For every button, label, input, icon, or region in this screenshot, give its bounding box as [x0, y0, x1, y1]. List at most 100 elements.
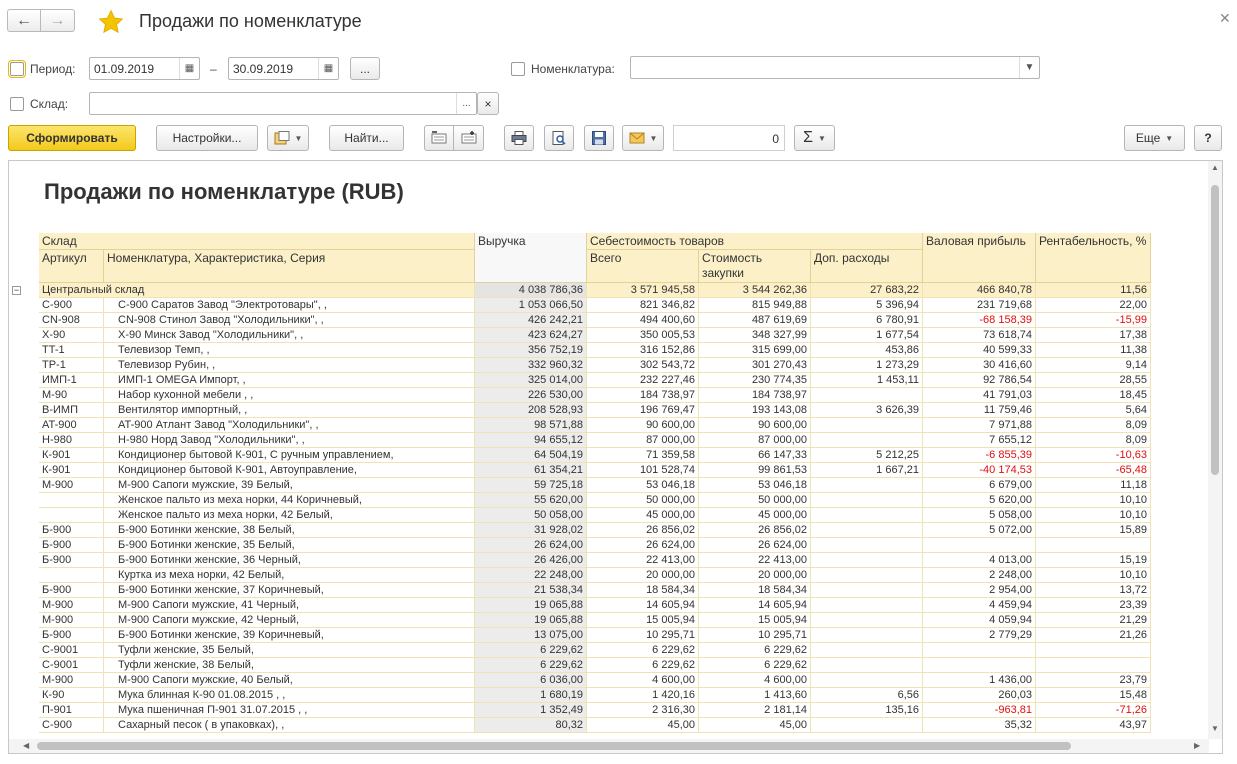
warehouse-checkbox[interactable]: [10, 97, 24, 111]
row-extra-costs: 135,16: [811, 703, 923, 718]
print-button[interactable]: [504, 125, 534, 151]
vertical-scrollbar[interactable]: ▲ ▼: [1208, 161, 1222, 739]
row-gross-profit: -963,81: [923, 703, 1036, 718]
favorite-star-icon[interactable]: [98, 9, 124, 35]
row-nomenclature: X-90 Минск Завод "Холодильники", ,: [104, 328, 475, 343]
table-row[interactable]: Б-900 Б-900 Ботинки женские, 35 Белый, 26 …: [9, 538, 1209, 553]
horizontal-scroll-thumb[interactable]: [37, 742, 1071, 750]
scroll-up-icon[interactable]: ▲: [1211, 163, 1219, 172]
chevron-down-icon[interactable]: ▼: [1019, 57, 1039, 78]
row-gross-profit: -68 158,39: [923, 313, 1036, 328]
table-row[interactable]: H-980 Н-980 Норд Завод "Холодильники", ,9…: [9, 433, 1209, 448]
row-nomenclature: Женское пальто из меха норки, 42 Белый,: [104, 508, 475, 523]
table-row[interactable]: CN-908 CN-908 Стинол Завод "Холодильники"…: [9, 313, 1209, 328]
nomenclature-checkbox[interactable]: [511, 62, 525, 76]
header-profitability: Рентабельность, %: [1036, 233, 1151, 283]
scroll-left-icon[interactable]: ◀: [23, 741, 29, 750]
report-area[interactable]: Продажи по номенклатуре (RUB) Склад Арти…: [8, 160, 1223, 754]
row-article: С-900: [39, 718, 104, 733]
table-row[interactable]: С-900 Сахарный песок ( в упаковках), , 80,…: [9, 718, 1209, 733]
period-select-button[interactable]: ...: [350, 57, 380, 80]
table-row[interactable]: M-90 Набор кухонной мебели , , 226 530,00 1…: [9, 388, 1209, 403]
find-button[interactable]: Найти...: [329, 125, 404, 151]
row-nomenclature: Б-900 Ботинки женские, 37 Коричневый,: [104, 583, 475, 598]
table-row[interactable]: К-90 Мука блинная К-90 01.08.2015 , ,1 68…: [9, 688, 1209, 703]
table-row[interactable]: Б-900 Б-900 Ботинки женские, 37 Коричневы…: [9, 583, 1209, 598]
row-extra-costs: [811, 628, 923, 643]
variant-button[interactable]: ▼: [267, 125, 309, 151]
table-row[interactable]: Куртка из меха норки, 42 Белый, 22 248,00…: [9, 568, 1209, 583]
table-row[interactable]: П-901 Мука пшеничная П-901 31.07.2015 , ,…: [9, 703, 1209, 718]
date-to-value: 30.09.2019: [233, 62, 294, 76]
horizontal-scrollbar[interactable]: ◀ ▶: [9, 739, 1209, 753]
close-icon[interactable]: ✕: [1219, 10, 1231, 27]
row-article: M-900: [39, 613, 104, 628]
table-row[interactable]: Женское пальто из меха норки, 44 Коричне…: [9, 493, 1209, 508]
row-revenue: 19 065,88: [475, 613, 587, 628]
date-to-field[interactable]: 30.09.2019 ▦: [228, 57, 339, 80]
group-row[interactable]: − Центральный склад 4 038 786,36 3 571 9…: [9, 283, 1209, 298]
help-button[interactable]: ?: [1194, 125, 1222, 151]
collapse-groups-button[interactable]: [424, 125, 454, 151]
arrow-right-icon: →: [49, 11, 66, 29]
table-row[interactable]: X-90 X-90 Минск Завод "Холодильники", , 42…: [9, 328, 1209, 343]
warehouse-field[interactable]: ...: [89, 92, 477, 115]
scroll-right-icon[interactable]: ▶: [1194, 741, 1200, 750]
warehouse-clear-button[interactable]: ×: [477, 92, 499, 115]
chevron-down-icon: ▼: [817, 133, 826, 143]
row-purchase-cost: 15 005,94: [699, 613, 811, 628]
table-row[interactable]: ИМП-1 ИМП-1 OMEGA Импорт, , 325 014,00 232 …: [9, 373, 1209, 388]
table-row[interactable]: TP-1 Телевизор Рубин, , 332 960,32 302 543,…: [9, 358, 1209, 373]
table-row[interactable]: К-901 Кондиционер бытовой К-901, С ручным…: [9, 448, 1209, 463]
table-row[interactable]: В-ИМП Вентилятор импортный, , 208 528,93 19…: [9, 403, 1209, 418]
row-purchase-cost: 4 600,00: [699, 673, 811, 688]
row-gross-profit: 11 759,46: [923, 403, 1036, 418]
table-row[interactable]: AT-900 AT-900 Атлант Завод "Холодильники"…: [9, 418, 1209, 433]
table-row[interactable]: M-900 М-900 Сапоги мужские, 39 Белый, 59 7…: [9, 478, 1209, 493]
row-article: [39, 493, 104, 508]
collapse-group-icon[interactable]: −: [12, 286, 21, 295]
date-from-field[interactable]: 01.09.2019 ▦: [89, 57, 200, 80]
row-nomenclature: Вентилятор импортный, ,: [104, 403, 475, 418]
table-row[interactable]: С-900 С-900 Саратов Завод "Электротовары"…: [9, 298, 1209, 313]
back-button[interactable]: ←: [7, 9, 41, 32]
more-button[interactable]: Еще ▼: [1124, 125, 1185, 151]
sum-button[interactable]: Σ ▼: [794, 125, 835, 151]
warehouse-select-button[interactable]: ...: [456, 93, 476, 114]
period-checkbox[interactable]: [8, 60, 26, 78]
calendar-icon[interactable]: ▦: [179, 58, 199, 79]
table-row[interactable]: Женское пальто из меха норки, 42 Белый, 5…: [9, 508, 1209, 523]
table-row[interactable]: Б-900 Б-900 Ботинки женские, 36 Черный, 26…: [9, 553, 1209, 568]
table-row[interactable]: Б-900 Б-900 Ботинки женские, 39 Коричневы…: [9, 628, 1209, 643]
send-email-button[interactable]: ▼: [622, 125, 664, 151]
row-purchase-cost: 26 856,02: [699, 523, 811, 538]
calendar-icon[interactable]: ▦: [318, 58, 338, 79]
table-row[interactable]: TT-1 Телевизор Темп, , 356 752,19 316 152,8…: [9, 343, 1209, 358]
row-profitability: -10,63: [1036, 448, 1151, 463]
settings-button[interactable]: Настройки...: [156, 125, 258, 151]
table-row[interactable]: Б-900 Б-900 Ботинки женские, 38 Белый, 31 …: [9, 523, 1209, 538]
row-nomenclature: Б-900 Ботинки женские, 38 Белый,: [104, 523, 475, 538]
table-row[interactable]: M-900 М-900 Сапоги мужские, 42 Черный, 19 …: [9, 613, 1209, 628]
row-article: AT-900: [39, 418, 104, 433]
row-article: X-90: [39, 328, 104, 343]
forward-button[interactable]: →: [41, 9, 75, 32]
preview-button[interactable]: [544, 125, 574, 151]
table-row[interactable]: M-900 М-900 Сапоги мужские, 40 Белый, 6 03…: [9, 673, 1209, 688]
row-article: К-901: [39, 463, 104, 478]
row-purchase-cost: 14 605,94: [699, 598, 811, 613]
row-nomenclature: Туфли женские, 38 Белый,: [104, 658, 475, 673]
table-row[interactable]: M-900 М-900 Сапоги мужские, 41 Черный, 19 …: [9, 598, 1209, 613]
nomenclature-label: Номенклатура:: [531, 62, 615, 76]
generate-button[interactable]: Сформировать: [8, 125, 136, 151]
table-row[interactable]: С-9001 Туфли женские, 38 Белый, 6 229,62 6 …: [9, 658, 1209, 673]
scroll-down-icon[interactable]: ▼: [1211, 724, 1219, 733]
table-row[interactable]: К-901 Кондиционер бытовой К-901, Автоупра…: [9, 463, 1209, 478]
expand-groups-button[interactable]: [453, 125, 484, 151]
table-row[interactable]: С-9001 Туфли женские, 35 Белый, 6 229,62 6 …: [9, 643, 1209, 658]
vertical-scroll-thumb[interactable]: [1211, 185, 1219, 475]
chevron-down-icon: ▼: [294, 133, 303, 143]
nomenclature-field[interactable]: ▼: [630, 56, 1040, 79]
selected-sum-field[interactable]: 0: [673, 125, 785, 151]
save-button[interactable]: [584, 125, 614, 151]
